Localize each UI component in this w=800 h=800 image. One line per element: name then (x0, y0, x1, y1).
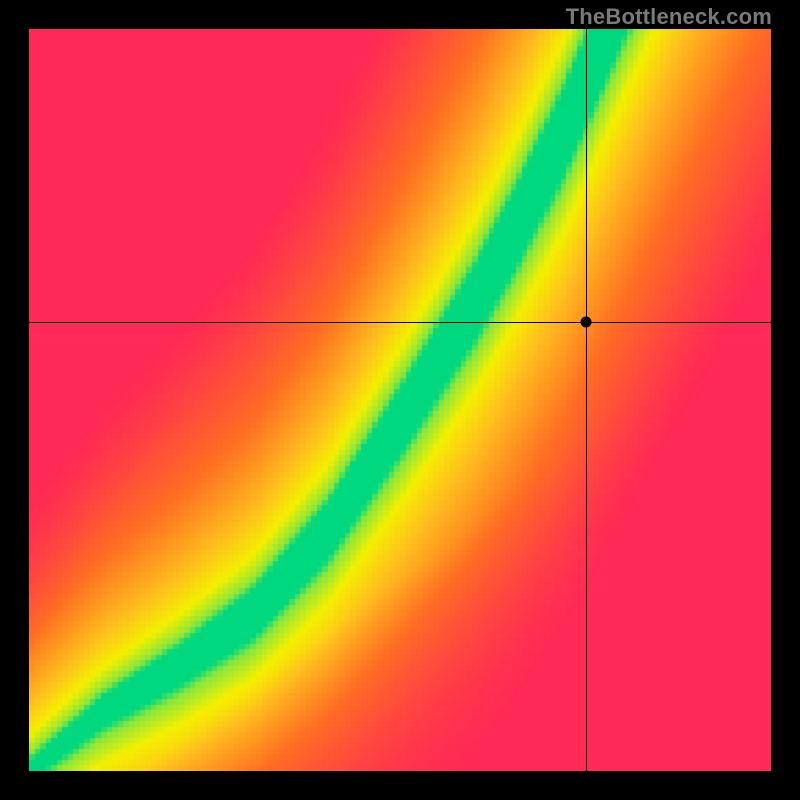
marker-dot (580, 317, 591, 328)
heatmap-canvas (29, 29, 771, 771)
watermark-text: TheBottleneck.com (566, 4, 772, 30)
crosshair-vertical (586, 29, 587, 771)
heatmap-plot (29, 29, 771, 771)
chart-frame: TheBottleneck.com (0, 0, 800, 800)
crosshair-horizontal (29, 322, 771, 323)
